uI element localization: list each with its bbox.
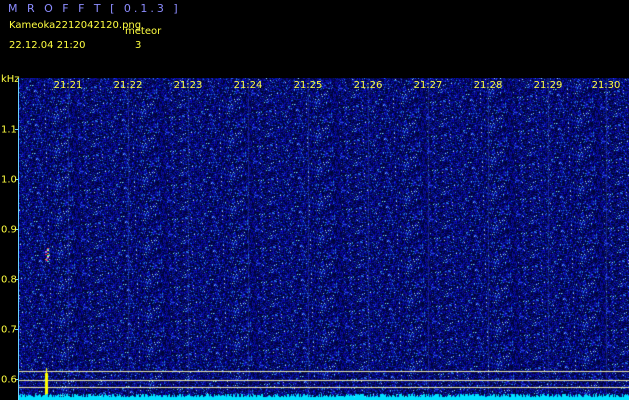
time-label-2126: 21:26 bbox=[353, 80, 383, 91]
datetime-label: 22.12.04 21:20 bbox=[9, 40, 86, 51]
spectrogram-plot bbox=[19, 78, 629, 400]
time-label-2129: 21:29 bbox=[533, 80, 563, 91]
time-label-2127: 21:27 bbox=[413, 80, 443, 91]
time-label-2130: 21:30 bbox=[591, 80, 621, 91]
time-label-2124: 21:24 bbox=[233, 80, 263, 91]
spectrogram-window: M R O F F T [ 0.1.3 ] Kameoka2212042120.… bbox=[0, 0, 629, 400]
time-label-2121: 21:21 bbox=[53, 80, 83, 91]
app-title: M R O F F T [ 0.1.3 ] bbox=[8, 2, 181, 15]
meteor-count: 3 bbox=[135, 40, 142, 51]
frequency-label-0-6: 0.6 bbox=[1, 374, 17, 386]
time-label-2122: 21:22 bbox=[113, 80, 143, 91]
frequency-label-0-9: 0.9 bbox=[1, 224, 17, 236]
frequency-label-0-8: 0.8 bbox=[1, 274, 17, 286]
filename-label: Kameoka2212042120.png bbox=[9, 20, 142, 31]
meteor-label: meteor bbox=[125, 26, 162, 37]
frequency-label-0-7: 0.7 bbox=[1, 324, 17, 336]
time-label-2123: 21:23 bbox=[173, 80, 203, 91]
frequency-unit-label: kHz bbox=[1, 74, 20, 85]
frequency-label-1-0: 1.0 bbox=[1, 174, 17, 186]
frequency-label-1-1: 1.1 bbox=[1, 124, 17, 136]
time-label-2128: 21:28 bbox=[473, 80, 503, 91]
time-label-2125: 21:25 bbox=[293, 80, 323, 91]
